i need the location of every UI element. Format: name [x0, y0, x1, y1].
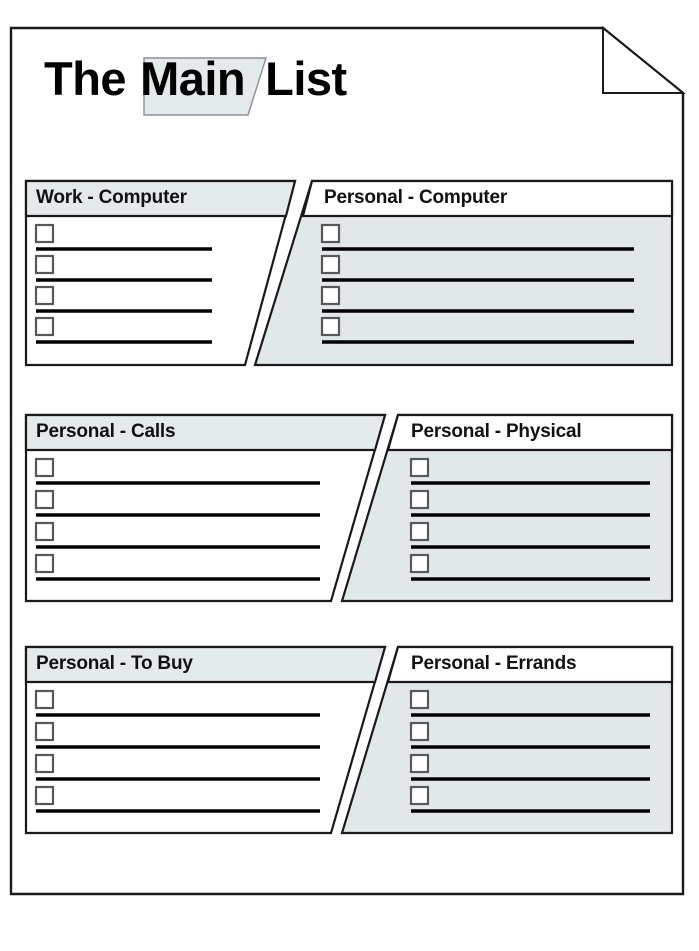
checkbox[interactable]: [34, 689, 55, 710]
checkbox[interactable]: [320, 254, 341, 275]
checkbox[interactable]: [34, 457, 55, 478]
section-title-personal-calls: Personal - Calls: [36, 421, 176, 442]
page-title: The Main List: [44, 55, 347, 102]
checkbox[interactable]: [409, 489, 430, 510]
checkbox[interactable]: [409, 457, 430, 478]
page-title-highlight-word: Main: [140, 52, 246, 105]
checkbox[interactable]: [320, 285, 341, 306]
checkbox[interactable]: [34, 753, 55, 774]
section-title-personal-errands: Personal - Errands: [411, 653, 577, 674]
section-title-personal-physical: Personal - Physical: [411, 421, 582, 442]
section-title-personal-computer: Personal - Computer: [324, 187, 508, 208]
checkbox[interactable]: [409, 721, 430, 742]
page-corner-fold-icon: [602, 25, 686, 94]
section-title-personal-to-buy: Personal - To Buy: [36, 653, 193, 674]
checkbox[interactable]: [320, 316, 341, 337]
checkbox[interactable]: [409, 521, 430, 542]
checkbox[interactable]: [34, 721, 55, 742]
checkbox[interactable]: [34, 521, 55, 542]
checkbox[interactable]: [34, 489, 55, 510]
page-title-prefix: The: [44, 52, 127, 105]
section-title-work-computer: Work - Computer: [36, 187, 187, 208]
checkbox[interactable]: [320, 223, 341, 244]
checkbox[interactable]: [409, 785, 430, 806]
checkbox[interactable]: [34, 285, 55, 306]
page-title-suffix: List: [265, 52, 347, 105]
checkbox[interactable]: [34, 785, 55, 806]
checkbox[interactable]: [409, 689, 430, 710]
checklist-sheet: [9, 25, 686, 896]
checkbox[interactable]: [34, 223, 55, 244]
checkbox[interactable]: [34, 254, 55, 275]
checkbox[interactable]: [34, 316, 55, 337]
checkbox[interactable]: [409, 753, 430, 774]
checkbox[interactable]: [409, 553, 430, 574]
checkbox[interactable]: [34, 553, 55, 574]
